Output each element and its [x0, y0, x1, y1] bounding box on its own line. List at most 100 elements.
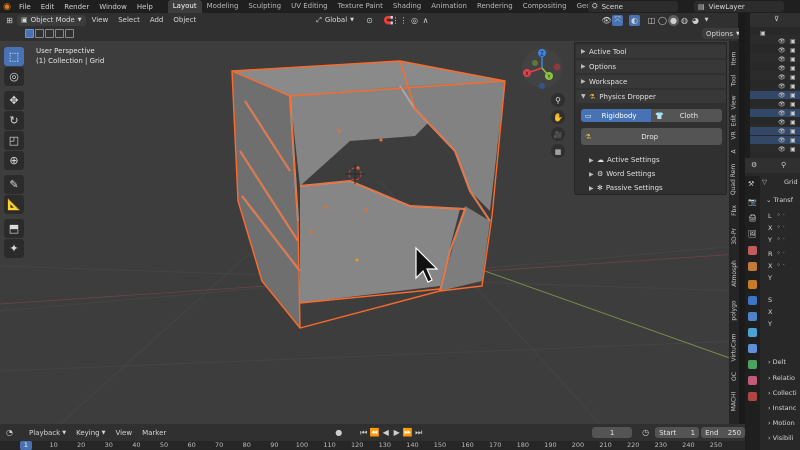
marker-menu[interactable]: Marker — [138, 427, 170, 438]
menu-help[interactable]: Help — [132, 3, 158, 11]
world-tab-icon[interactable] — [748, 262, 757, 271]
tab-fbx[interactable]: Fbx — [729, 201, 739, 219]
timeline-view-menu[interactable]: View — [111, 427, 136, 438]
physics-tool[interactable]: ✦ — [4, 239, 24, 258]
jump-start-icon[interactable]: ⏮ — [358, 427, 369, 438]
tab-edit[interactable]: Edit — [729, 113, 739, 127]
timeline-ruler[interactable]: 1 10 20 30 40 50 60 70 80 90 100 110 120 130 140 150 160… — [0, 441, 745, 450]
outliner[interactable]: ⊽ ▣ 👁 ▣ 👁 ▣ 👁 ▣ 👁 ▣ 👁 ▣ 👁 ▣ 👁 ▣ 👁 ▣ 👁 ▣ 👁 ▣ 👁 ▣ 👁 ▣ … — [750, 13, 800, 158]
select-menu[interactable]: Select — [114, 15, 144, 26]
annotate-tool[interactable]: ✎ — [4, 175, 24, 194]
panel-workspace[interactable]: ▶ Workspace — [576, 75, 726, 88]
cursor-tool[interactable]: ◎ — [4, 67, 24, 86]
constraint-tab-icon[interactable] — [748, 344, 757, 353]
select-mode-subtract-icon[interactable] — [45, 29, 54, 38]
object-menu[interactable]: Object — [169, 15, 200, 26]
tool-tab-icon[interactable]: ⚒ — [748, 180, 757, 189]
tab-atmosphere[interactable]: Atmosph — [729, 253, 739, 293]
visibility-section[interactable]: › Visibili — [768, 434, 794, 442]
tab-layout[interactable]: Layout — [167, 0, 202, 13]
menu-render[interactable]: Render — [59, 3, 94, 11]
pivot-icon[interactable]: ⊙ — [364, 15, 375, 26]
transform-section[interactable]: ⌄ Transf — [766, 196, 793, 204]
texture-tab-icon[interactable] — [748, 392, 757, 401]
next-keyframe-icon[interactable]: ⏩ — [402, 427, 413, 438]
tab-virtucam[interactable]: VirtuCam — [729, 327, 739, 367]
playback-menu[interactable]: Playback ▼ — [25, 427, 70, 438]
shading-options-icon[interactable]: ▼ — [701, 15, 712, 26]
fractured-cube[interactable] — [231, 60, 506, 329]
visibility-icon[interactable]: 👁 — [601, 15, 612, 26]
scene-tab-icon[interactable] — [748, 246, 757, 255]
word-settings-row[interactable]: ▶ ⚙ Word Settings — [589, 168, 655, 180]
collections-section[interactable]: › Collecti — [768, 389, 797, 397]
object-tab-icon[interactable] — [748, 280, 757, 289]
jump-end-icon[interactable]: ⏭ — [413, 427, 424, 438]
scene-selector[interactable]: ⛭ Scene — [588, 1, 678, 12]
menu-window[interactable]: Window — [94, 3, 132, 11]
add-cube-tool[interactable]: ⬒ — [4, 219, 24, 238]
keying-menu[interactable]: Keying ▼ — [72, 427, 109, 438]
clock-icon[interactable]: ◷ — [640, 427, 651, 438]
delta-transform-section[interactable]: › Delt — [768, 358, 786, 366]
transform-orientation-dropdown[interactable]: ⤢ Global ▼ — [312, 15, 358, 26]
xray-icon[interactable]: ◫ — [646, 15, 657, 26]
editor-type-icon[interactable]: ⊞ — [4, 15, 15, 26]
tab-oc[interactable]: OC — [729, 369, 739, 383]
record-icon[interactable]: ● — [333, 427, 344, 438]
modifier-tab-icon[interactable] — [748, 296, 757, 305]
select-mode-intersect-icon[interactable] — [65, 29, 74, 38]
tab-polygoniq[interactable]: polygo — [729, 295, 739, 325]
search-icon[interactable]: ⚲ — [781, 161, 786, 169]
panel-physics-dropper[interactable]: ▼ ⚗ Physics Dropper — [576, 90, 726, 103]
motion-paths-section[interactable]: › Motion — [768, 419, 795, 427]
tab-uv-editing[interactable]: UV Editing — [286, 0, 333, 13]
data-tab-icon[interactable] — [748, 360, 757, 369]
view-menu[interactable]: View — [88, 15, 113, 26]
overlay-toggle-icon[interactable]: ◐ — [629, 14, 641, 26]
view-layer-selector[interactable]: ▤ ViewLayer — [694, 1, 784, 12]
tab-tool[interactable]: Tool — [729, 69, 739, 91]
tab-modeling[interactable]: Modeling — [202, 0, 244, 13]
tab-animation[interactable]: Animation — [426, 0, 472, 13]
gizmo-neg-z-icon[interactable] — [539, 83, 545, 89]
gizmo-neg-x-icon[interactable] — [553, 63, 561, 71]
transform-fields[interactable]: ⁘ · ⁘ · ⁘ · ⁘ · ⁘ · — [776, 212, 796, 286]
particles-tab-icon[interactable] — [748, 312, 757, 321]
mode-dropdown[interactable]: ▣ Object Mode ▼ — [17, 14, 86, 26]
add-menu[interactable]: Add — [146, 15, 168, 26]
wireframe-shading-icon[interactable]: ◯ — [657, 15, 668, 26]
blender-logo-icon[interactable]: ◉ — [0, 2, 14, 12]
select-mode-extend-icon[interactable] — [35, 29, 44, 38]
properties-editor-icon[interactable]: ⚙ — [751, 161, 757, 169]
tab-item[interactable]: Item — [729, 47, 739, 69]
passive-settings-row[interactable]: ▶ ✻ Passive Settings — [589, 182, 663, 194]
tab-sculpting[interactable]: Sculpting — [243, 0, 286, 13]
tab-compositing[interactable]: Compositing — [518, 0, 572, 13]
select-box-tool[interactable]: ⬚ — [4, 47, 24, 66]
tab-a[interactable]: A — [729, 145, 739, 157]
relations-section[interactable]: › Relatio — [768, 374, 795, 382]
drop-button[interactable]: ⚗ Drop — [581, 128, 722, 145]
instancing-section[interactable]: › Instanc — [768, 404, 796, 412]
prev-keyframe-icon[interactable]: ⏪ — [369, 427, 380, 438]
tab-quad-remesh[interactable]: Quad Rem — [729, 159, 739, 199]
rigidbody-button[interactable]: ▭ Rigidbody — [581, 109, 651, 122]
timeline-editor-icon[interactable]: ◔ — [4, 427, 15, 438]
render-tab-icon[interactable]: 📷 — [748, 198, 757, 207]
current-frame-field[interactable]: 1 — [592, 427, 633, 438]
output-tab-icon[interactable]: 🖨 — [748, 214, 757, 223]
material-tab-icon[interactable] — [748, 376, 757, 385]
solid-shading-icon[interactable]: ● — [668, 14, 680, 26]
play-reverse-icon[interactable]: ◀ — [380, 427, 391, 438]
tab-machin3[interactable]: MACHI — [729, 385, 739, 417]
material-shading-icon[interactable]: ◍ — [679, 15, 690, 26]
cloth-button[interactable]: 👕 Cloth — [651, 109, 722, 122]
measure-tool[interactable]: 📐 — [4, 195, 24, 214]
panel-active-tool[interactable]: ▶ Active Tool — [576, 45, 726, 58]
active-settings-row[interactable]: ▶ ☁ Active Settings — [589, 154, 660, 166]
view-layer-tab-icon[interactable]: 🖼 — [748, 230, 757, 239]
outliner-filter-icon[interactable]: ⊽ — [774, 15, 779, 23]
tab-shading[interactable]: Shading — [388, 0, 426, 13]
tab-vr[interactable]: VR — [729, 127, 739, 143]
